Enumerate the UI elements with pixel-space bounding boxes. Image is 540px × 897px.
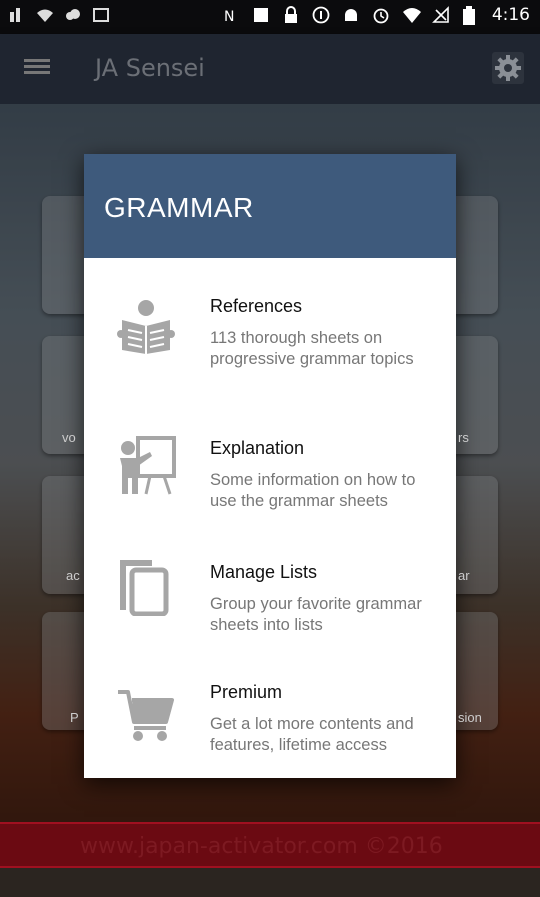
menu-item-premium[interactable]: Premium Get a lot more contents and feat… (84, 668, 456, 778)
background-tile-label: vo (62, 430, 76, 445)
alarm-icon (372, 6, 390, 24)
menu-item-manage-lists[interactable]: Manage Lists Group your favorite grammar… (84, 548, 456, 658)
reading-book-icon (116, 294, 176, 354)
menu-item-references[interactable]: References 113 thorough sheets on progre… (84, 288, 456, 398)
menu-item-description: Get a lot more contents and features, li… (210, 715, 414, 754)
cloud-icon (64, 6, 82, 24)
wifi-signal-icon (402, 6, 421, 24)
battery-icon (462, 6, 480, 25)
menu-item-label: Explanation (210, 438, 305, 458)
nfc-icon: N (222, 6, 240, 25)
app-bar: JA Sensei (0, 34, 540, 104)
image-icon (92, 6, 110, 24)
wifi-icon (36, 6, 54, 24)
status-time: 4:16 (491, 5, 530, 25)
hamburger-menu-icon[interactable] (24, 56, 50, 78)
menu-item-label: Premium (210, 682, 283, 702)
status-bar: N 4:16 (0, 0, 540, 34)
status-right-icons: N 4:16 (222, 5, 530, 25)
menu-item-description: Some information on how to use the gramm… (210, 471, 416, 510)
info-icon (312, 6, 330, 24)
teacher-board-icon (116, 436, 176, 496)
modal-title: GRAMMAR (104, 192, 254, 223)
stop-icon (252, 6, 270, 24)
app-title: JA Sensei (95, 54, 205, 82)
no-signal-icon (431, 6, 450, 24)
background-tile-label: sion (458, 710, 482, 725)
menu-item-description: 113 thorough sheets on progressive gramm… (210, 329, 414, 368)
android-icon (342, 6, 360, 24)
background-tile-label: ar (458, 568, 470, 583)
grammar-modal: GRAMMAR References 113 thorough sheets o… (84, 154, 456, 778)
status-left-icons (8, 6, 110, 24)
lock-icon (282, 6, 300, 24)
menu-item-label: References (210, 296, 303, 316)
background-tile-label: ac (66, 568, 80, 583)
list-pages-icon (116, 556, 176, 617)
settings-gear-icon[interactable] (490, 50, 526, 86)
shopping-cart-icon (116, 684, 176, 744)
notification-icon (8, 6, 26, 24)
bottom-strip (0, 868, 540, 897)
menu-item-explanation[interactable]: Explanation Some information on how to u… (84, 426, 456, 536)
svg-text:N: N (224, 9, 234, 24)
background-tile-label: rs (458, 430, 469, 445)
menu-item-label: Manage Lists (210, 562, 318, 582)
background-tile-label: P (70, 710, 79, 725)
footer-banner: www.japan-activator.com ©2016 (0, 822, 540, 868)
footer-text: www.japan-activator.com ©2016 (80, 834, 443, 859)
menu-item-description: Group your favorite grammar sheets into … (210, 595, 422, 634)
modal-header: GRAMMAR (84, 154, 456, 258)
